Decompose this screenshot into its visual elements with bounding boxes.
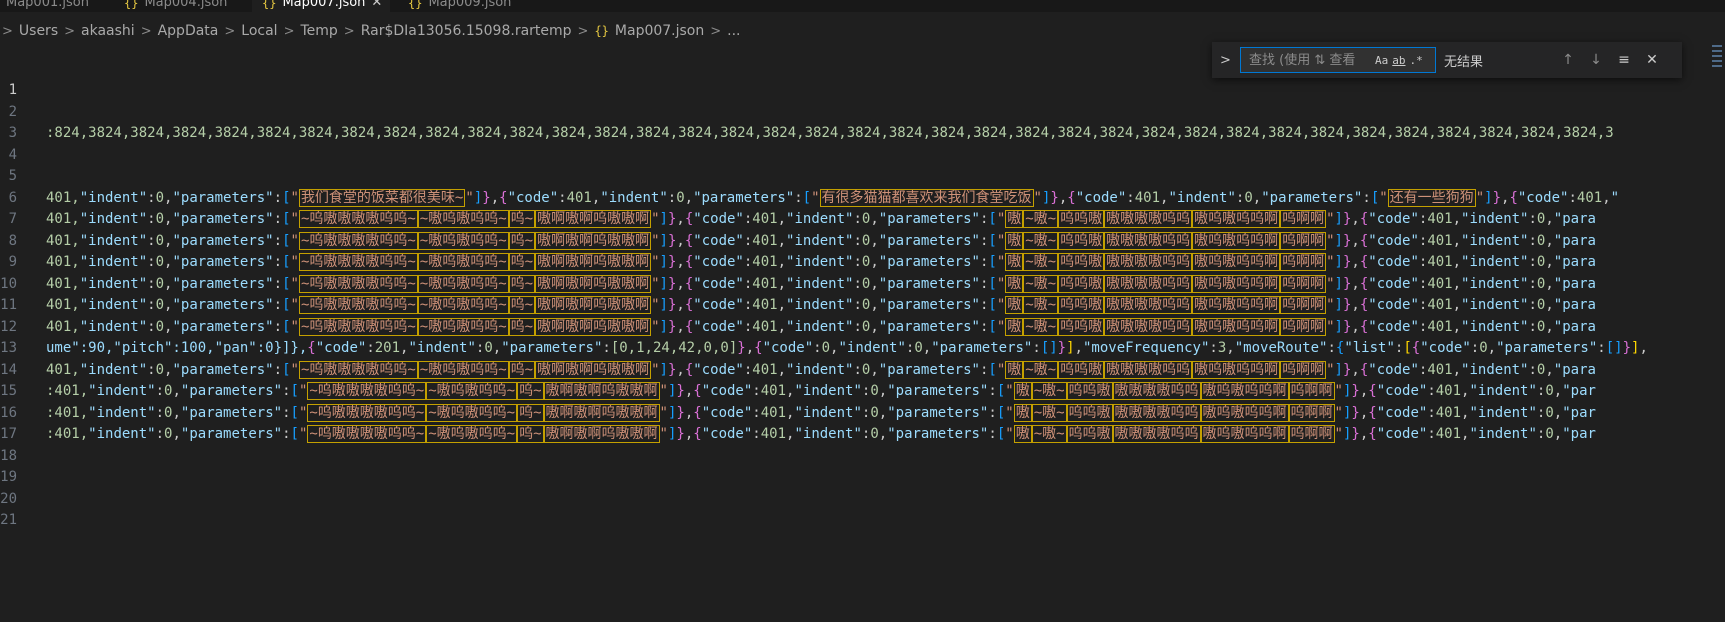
search-highlight: 有很多猫猫都喜欢来我们食堂吃饭	[819, 188, 1034, 207]
line-number: 21	[0, 512, 17, 528]
close-icon[interactable]: ✕	[1638, 52, 1666, 68]
line-number: 7	[8, 211, 17, 227]
code-line: ume":90,"pitch":100,"pan":0}]},{"code":2…	[46, 340, 1648, 356]
whole-word-icon[interactable]: ab	[1392, 54, 1405, 67]
chevron-right-icon: >	[710, 23, 722, 39]
line-number: 11	[0, 297, 17, 313]
breadcrumb: > Users > akaashi > AppData > Local > Te…	[0, 20, 741, 42]
line-number: 6	[8, 189, 17, 206]
chevron-right-icon: >	[140, 23, 152, 39]
json-file-icon: {}	[594, 24, 609, 38]
breadcrumb-item[interactable]: Users	[19, 23, 58, 39]
line-number: 1	[8, 82, 17, 98]
line-number: 17	[0, 426, 17, 442]
search-highlight: 我们食堂的饭菜都很美味~	[298, 188, 466, 207]
tab-bar: Map001.json {} Map004.json {} Map007.jso…	[0, 0, 1725, 12]
line-number: 3	[8, 125, 17, 141]
search-highlight: 还有一些狗狗	[1387, 188, 1476, 207]
find-widget: > Aa ab .* 无结果 ↑ ↓ ≡ ✕	[1212, 42, 1682, 78]
code-line: 401,"indent":0,"parameters":[" ~呜嗷嗷嗷嗷呜呜~ ~…	[46, 296, 1596, 314]
menu-icon[interactable]: ≡	[1610, 52, 1638, 68]
line-number: 12	[0, 318, 17, 335]
line-number: 9	[8, 254, 17, 270]
json-file-icon: {}	[408, 0, 423, 10]
json-file-icon: {}	[262, 0, 277, 10]
find-result: 无结果	[1444, 54, 1484, 70]
code-line: :824,3824,3824,3824,3824,3824,3824,3824,…	[46, 125, 1614, 141]
line-number: 20	[0, 490, 17, 507]
line-number: 19	[0, 469, 17, 485]
code-line: :401,"indent":0,"parameters":[" ~呜嗷嗷嗷嗷呜呜~…	[46, 425, 1596, 443]
line-number: 15	[0, 383, 17, 399]
code-line: 401,"indent":0,"parameters":[" ~呜嗷嗷嗷嗷呜呜~ ~…	[46, 274, 1596, 293]
code-line: 401,"indent":0,"parameters":[" ~呜嗷嗷嗷嗷呜呜~ ~…	[46, 317, 1596, 336]
code-line: :401,"indent":0,"parameters":[" ~呜嗷嗷嗷嗷呜呜~…	[46, 382, 1596, 400]
line-number: 8	[8, 232, 17, 249]
tab-map007[interactable]: {} Map007.json ✕	[252, 0, 391, 12]
breadcrumb-file[interactable]: Map007.json	[615, 23, 704, 39]
breadcrumb-item[interactable]: akaashi	[81, 23, 135, 39]
code-line: 401,"indent":0,"parameters":[" ~呜嗷嗷嗷嗷呜呜~ ~…	[46, 231, 1596, 250]
minimap[interactable]	[1700, 42, 1725, 82]
arrow-up-icon[interactable]: ↑	[1554, 52, 1582, 68]
regex-icon[interactable]: .*	[1410, 54, 1423, 67]
chevron-right-icon: >	[2, 23, 13, 39]
tab-label: Map001.json	[6, 0, 89, 10]
line-number: 13	[0, 340, 17, 356]
chevron-right-icon: >	[224, 23, 236, 39]
line-number: 10	[0, 275, 17, 292]
chevron-right-icon: >	[64, 23, 76, 39]
match-case-icon[interactable]: Aa	[1375, 54, 1388, 67]
editor[interactable]: 1 2 3 4 5 6 7 8 9 10 11 12 13 14 15 16 1…	[0, 80, 1700, 622]
tab-map001[interactable]: Map001.json	[6, 0, 89, 12]
breadcrumb-symbols[interactable]: ...	[727, 23, 740, 39]
tab-map004[interactable]: {} Map004.json	[124, 0, 227, 12]
line-number: 4	[8, 146, 17, 163]
code-line: 401,"indent":0,"parameters":[" ~呜嗷嗷嗷嗷呜呜~ ~…	[46, 210, 1596, 228]
code-line: 401,"indent":0,"parameters":[" ~呜嗷嗷嗷嗷呜呜~ ~…	[46, 360, 1596, 379]
find-input[interactable]	[1247, 51, 1371, 69]
breadcrumb-item[interactable]: Rar$DIa13056.15098.rartemp	[361, 23, 572, 39]
code-line: 401,"indent":0,"parameters":[" ~呜嗷嗷嗷嗷呜呜~ ~…	[46, 253, 1596, 271]
line-number: 14	[0, 361, 17, 378]
line-number: 16	[0, 404, 17, 421]
line-number-gutter: 1 2 3 4 5 6 7 8 9 10 11 12 13 14 15 16 1…	[0, 80, 40, 532]
chevron-right-icon: >	[343, 23, 355, 39]
tab-label: Map007.json	[282, 0, 366, 10]
tab-label: Map004.json	[144, 0, 228, 10]
line-number: 5	[8, 168, 17, 184]
json-file-icon: {}	[124, 0, 139, 10]
chevron-right-icon[interactable]: >	[1220, 53, 1234, 68]
breadcrumb-item[interactable]: AppData	[158, 23, 219, 39]
breadcrumb-item[interactable]: Local	[241, 23, 277, 39]
arrow-down-icon[interactable]: ↓	[1582, 52, 1610, 68]
chevron-right-icon: >	[577, 23, 589, 39]
chevron-right-icon: >	[283, 23, 295, 39]
tab-map009[interactable]: {} Map009.json	[408, 0, 511, 12]
code-area[interactable]: :824,3824,3824,3824,3824,3824,3824,3824,…	[46, 80, 1700, 532]
code-line: :401,"indent":0,"parameters":[" ~呜嗷嗷嗷嗷呜呜~…	[46, 403, 1596, 422]
breadcrumb-item[interactable]: Temp	[300, 23, 337, 39]
tab-label: Map009.json	[428, 0, 512, 10]
close-icon[interactable]: ✕	[371, 0, 382, 10]
code-line: 401,"indent":0,"parameters":[" 我们食堂的饭菜都很美…	[46, 188, 1620, 207]
find-input-box[interactable]: Aa ab .*	[1240, 47, 1436, 73]
line-number: 18	[0, 447, 17, 464]
line-number: 2	[8, 103, 17, 120]
